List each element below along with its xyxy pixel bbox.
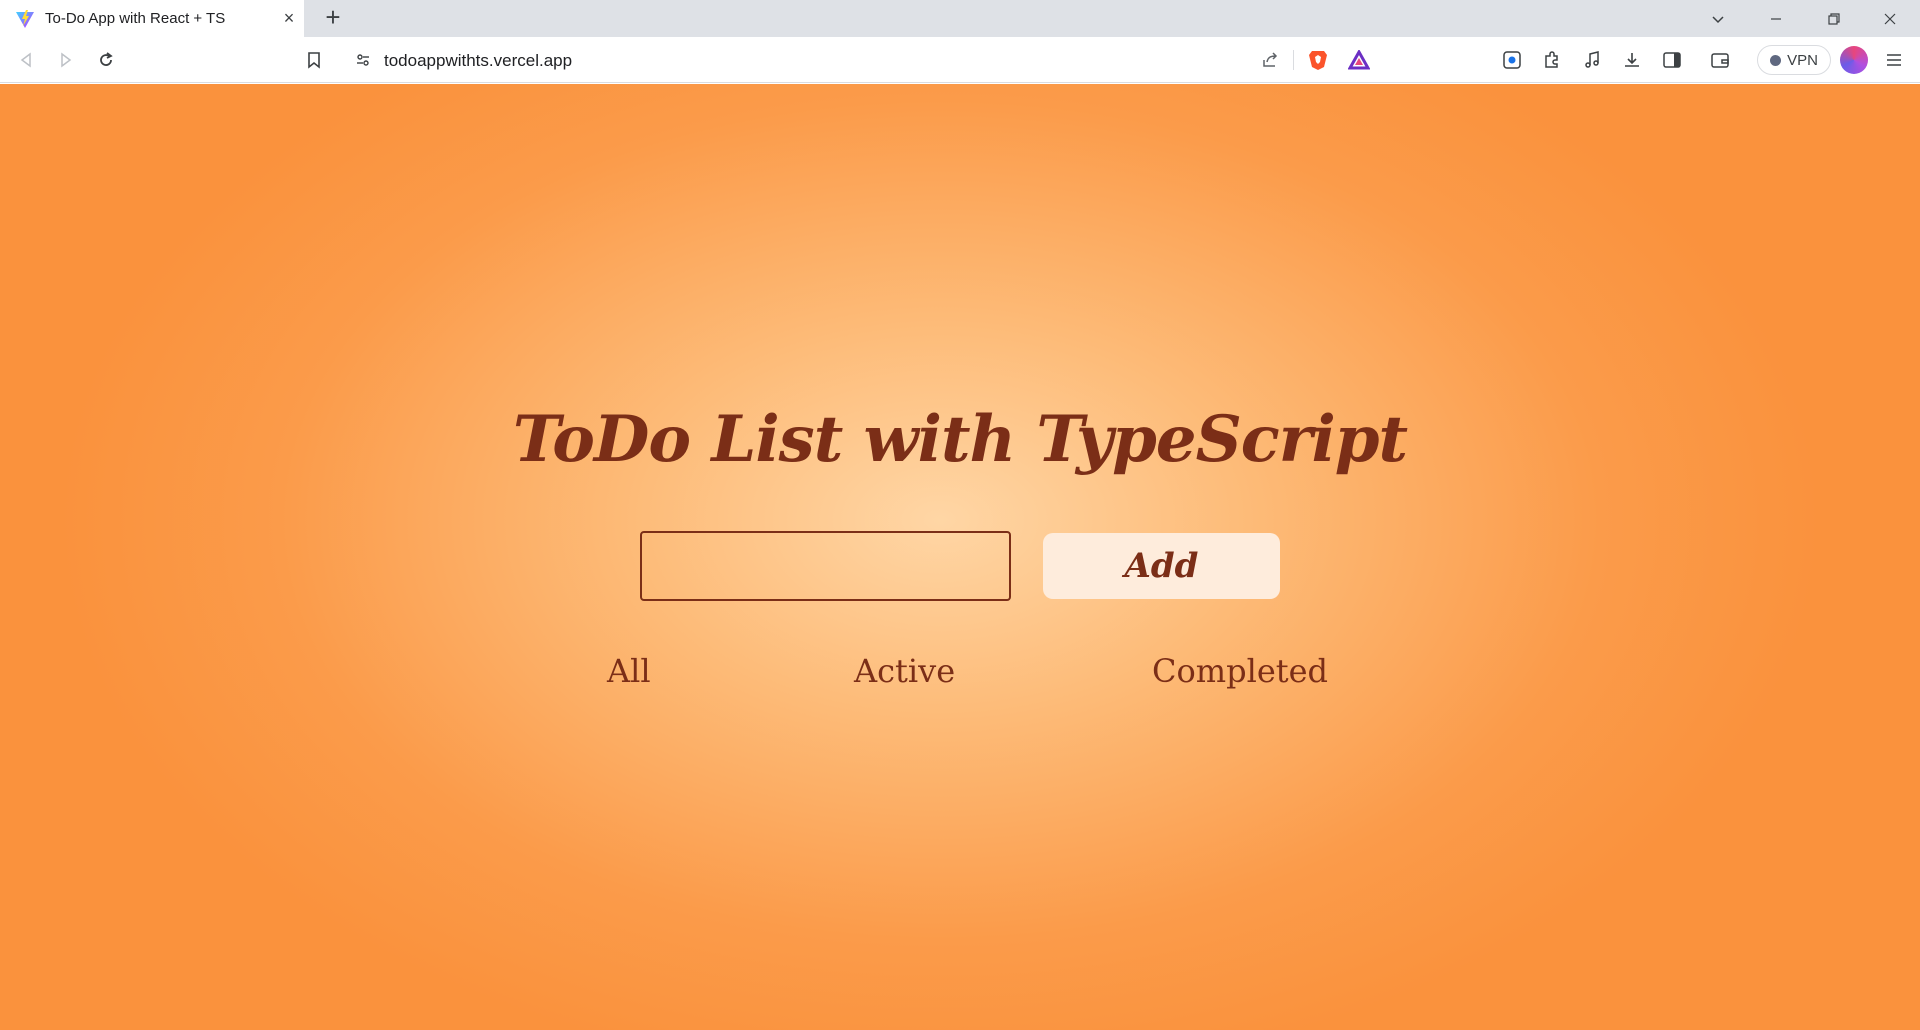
minimize-icon[interactable] [1748,0,1804,37]
vite-logo-icon [16,10,34,28]
forward-icon[interactable] [54,48,78,72]
screenshot-icon[interactable] [1500,48,1524,72]
tab-strip: To-Do App with React + TS × + [0,0,1920,37]
extensions-icon[interactable] [1540,48,1564,72]
tab-search-icon[interactable] [1690,0,1746,37]
vpn-button[interactable]: VPN [1757,45,1831,75]
download-icon[interactable] [1620,48,1644,72]
new-tab-icon[interactable]: + [320,4,346,31]
reload-icon[interactable] [94,48,118,72]
url-text: todoappwithts.vercel.app [384,51,573,70]
brave-shields-icon[interactable] [1306,48,1330,72]
filter-completed[interactable]: Completed [1152,652,1328,690]
vpn-label: VPN [1787,51,1818,69]
add-button[interactable]: Add [1043,533,1280,599]
brave-rewards-icon[interactable] [1347,48,1371,72]
divider [1293,50,1294,70]
wallet-icon[interactable] [1708,48,1732,72]
back-icon[interactable] [14,48,38,72]
address-bar[interactable]: todoappwithts.vercel.app [341,41,1383,79]
menu-icon[interactable] [1882,48,1906,72]
profile-avatar[interactable] [1840,46,1868,74]
todo-input[interactable] [640,531,1011,601]
page-title: ToDo List with TypeScript [512,402,1408,477]
browser-toolbar: todoappwithts.vercel.app VPN [0,37,1920,83]
tab-title: To-Do App with React + TS [45,10,226,27]
tab-close-icon[interactable]: × [280,8,298,28]
vpn-status-icon [1770,54,1782,66]
media-icon[interactable] [1580,48,1604,72]
filter-all[interactable]: All [607,652,651,690]
close-window-icon[interactable] [1862,0,1918,37]
restore-icon[interactable] [1806,0,1862,37]
share-icon[interactable] [1258,48,1282,72]
app-page: ToDo List with TypeScript Add All Active… [0,84,1920,1030]
filter-active[interactable]: Active [854,652,955,690]
sidebar-icon[interactable] [1660,48,1684,72]
bookmark-icon[interactable] [302,48,326,72]
browser-tab[interactable]: To-Do App with React + TS × [0,0,304,37]
site-settings-icon[interactable] [351,48,375,72]
